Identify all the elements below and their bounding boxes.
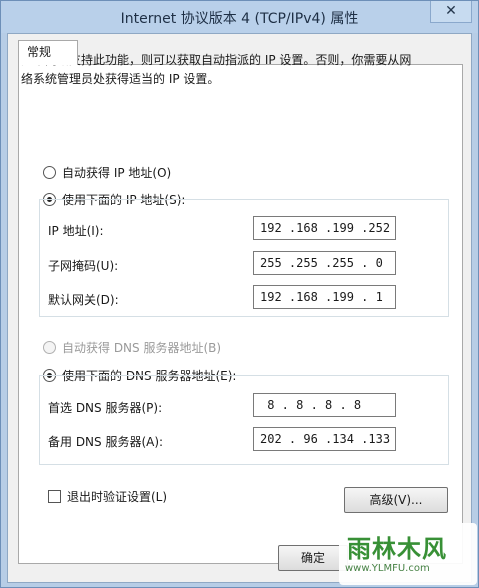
description-line-1: 如果网络支持此功能，则可以获取自动指派的 IP 设置。否则，你需要从网 [21,53,412,67]
ip-address-label: IP 地址(I): [48,224,104,238]
validate-settings-label: 退出时验证设置(L) [67,490,168,504]
watermark-logo: 雨林木风 www.YLMFU.com [339,523,477,585]
validate-settings-checkbox[interactable] [48,490,61,503]
alternate-dns-label: 备用 DNS 服务器(A): [48,435,164,449]
subnet-mask-input[interactable]: 255 .255 .255 . 0 [253,251,396,275]
dns-auto-radio-row[interactable]: 自动获得 DNS 服务器地址(B) [43,339,221,355]
advanced-button[interactable]: 高级(V)... [344,487,448,513]
description-line-2: 络系统管理员处获得适当的 IP 设置。 [21,72,220,86]
ip-auto-label: 自动获得 IP 地址(O) [62,165,172,180]
dns-auto-radio[interactable] [43,340,56,354]
alternate-dns-input[interactable]: 202 . 96 .134 .133 [253,427,396,451]
preferred-dns-label: 首选 DNS 服务器(P): [48,401,163,415]
preferred-dns-input[interactable]: 8 . 8 . 8 . 8 [253,393,396,417]
description-text: 如果网络支持此功能，则可以获取自动指派的 IP 设置。否则，你需要从网 络系统管… [21,51,441,89]
ip-address-input[interactable]: 192 .168 .199 .252 [253,216,396,240]
dns-auto-label: 自动获得 DNS 服务器地址(B) [62,340,222,355]
subnet-mask-label: 子网掩码(U): [48,259,119,273]
window-title: Internet 协议版本 4 (TCP/IPv4) 属性 [120,11,359,27]
ip-auto-radio-row[interactable]: 自动获得 IP 地址(O) [43,164,171,180]
dns-settings-group [39,375,449,465]
watermark-url: www.YLMFU.com [345,563,430,574]
watermark-name: 雨林木风 [347,535,447,563]
tab-general[interactable]: 常规 [18,40,78,65]
ip-auto-radio[interactable] [43,165,56,179]
dialog-window: Internet 协议版本 4 (TCP/IPv4) 属性 ✕ 常规 如果网络支… [0,0,479,588]
ok-button[interactable]: 确定 [278,545,348,571]
close-button[interactable]: ✕ [430,1,472,23]
default-gateway-label: 默认网关(D): [48,293,119,307]
validate-settings-row[interactable]: 退出时验证设置(L) [48,488,167,505]
title-bar[interactable]: Internet 协议版本 4 (TCP/IPv4) 属性 ✕ [1,1,478,33]
default-gateway-input[interactable]: 192 .168 .199 . 1 [253,285,396,309]
